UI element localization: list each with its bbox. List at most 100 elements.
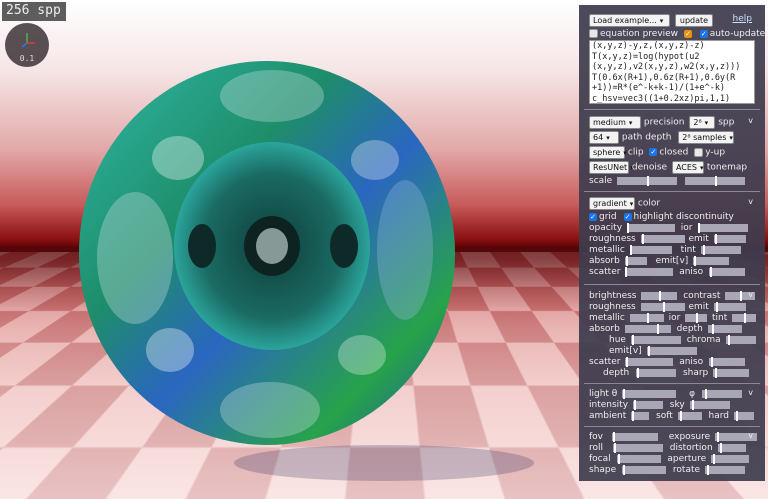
equation-preview-label: equation preview bbox=[600, 29, 679, 39]
ior-slider[interactable] bbox=[698, 223, 749, 233]
highlight-discontinuity-checkbox[interactable] bbox=[623, 212, 632, 221]
ambient-slider[interactable] bbox=[631, 411, 650, 421]
preview-row: equation preview auto-update bbox=[589, 28, 765, 40]
intensity-label: intensity bbox=[589, 400, 629, 410]
shape-label: shape bbox=[589, 465, 617, 475]
denoise-select[interactable]: ResUNet ▾ bbox=[589, 161, 634, 174]
hue-label: hue bbox=[609, 335, 626, 345]
clip-select[interactable]: sphere ▾ bbox=[589, 146, 627, 159]
aniso-label: aniso bbox=[679, 267, 704, 277]
brightness-slider[interactable] bbox=[641, 291, 678, 301]
roll-slider[interactable] bbox=[612, 443, 663, 453]
tint-slider[interactable] bbox=[700, 245, 741, 255]
focal-slider[interactable] bbox=[616, 454, 661, 464]
equation-preview-checkbox[interactable] bbox=[589, 29, 598, 38]
scatter-slider[interactable] bbox=[625, 267, 674, 277]
chroma-label: chroma bbox=[686, 335, 721, 345]
aniso2-slider[interactable] bbox=[709, 357, 745, 367]
light-phi-label: φ bbox=[689, 389, 696, 399]
scatter2-slider[interactable] bbox=[625, 357, 674, 367]
preview-toggle-checkbox[interactable] bbox=[683, 29, 692, 38]
aniso2-label: aniso bbox=[679, 357, 704, 367]
sharp-slider[interactable] bbox=[713, 368, 750, 378]
chroma-slider[interactable] bbox=[725, 335, 756, 345]
color-row: gradient ▾ color bbox=[589, 197, 661, 210]
chevron-down-icon: ▾ bbox=[606, 134, 610, 142]
samples-select[interactable]: 2⁸ samples ▾ bbox=[678, 131, 735, 144]
rotate-slider[interactable] bbox=[704, 465, 745, 475]
collapse-light-button[interactable]: v bbox=[748, 388, 753, 397]
hard-label: hard bbox=[708, 411, 729, 421]
auto-update-checkbox[interactable] bbox=[699, 29, 708, 38]
roughness2-slider[interactable] bbox=[640, 302, 685, 312]
equation-editor[interactable]: (x,y,z)-y,z,(x,y,z)-z) T(x,y,z)=log(hypo… bbox=[589, 40, 755, 104]
absorb-slider[interactable] bbox=[624, 256, 647, 266]
precision-select[interactable]: medium ▾ bbox=[589, 116, 641, 129]
path-depth-label: path depth bbox=[621, 132, 672, 143]
fov-slider[interactable] bbox=[611, 432, 658, 442]
color-mode-select[interactable]: gradient ▾ bbox=[589, 197, 635, 210]
highlight-discontinuity-label: highlight discontinuity bbox=[633, 212, 734, 222]
depth2-slider[interactable] bbox=[636, 368, 677, 378]
absorb2-slider[interactable] bbox=[624, 324, 671, 334]
emit-v2-slider[interactable] bbox=[646, 346, 697, 356]
scatter-label: scatter bbox=[589, 267, 621, 277]
grid-checkbox[interactable] bbox=[589, 212, 597, 221]
scale-slider-2[interactable] bbox=[684, 176, 745, 186]
light-theta-slider[interactable] bbox=[622, 389, 677, 399]
intensity-slider[interactable] bbox=[632, 400, 663, 410]
scale-row: scale bbox=[589, 175, 745, 187]
collapse-color-button[interactable]: v bbox=[748, 197, 753, 206]
emit-v-slider[interactable] bbox=[693, 256, 730, 266]
path-depth-select[interactable]: 64 ▾ bbox=[589, 131, 619, 144]
scale-slider[interactable] bbox=[616, 176, 677, 186]
hue-slider[interactable] bbox=[630, 335, 681, 345]
color-label: color bbox=[637, 198, 661, 209]
opacity-label: opacity bbox=[589, 223, 623, 233]
grid-label: grid bbox=[599, 212, 617, 222]
absorb-label: absorb bbox=[589, 256, 620, 266]
sky-slider[interactable] bbox=[689, 400, 730, 410]
control-panel: Load example... ▾ update help equation pr… bbox=[579, 5, 765, 481]
soft-slider[interactable] bbox=[677, 411, 702, 421]
denoise-row: ResUNet ▾ denoise ACES ▾ tonemap bbox=[589, 161, 747, 174]
y-up-checkbox[interactable] bbox=[694, 147, 704, 157]
roll-label: roll bbox=[589, 443, 604, 453]
emit2-slider[interactable] bbox=[713, 302, 746, 312]
update-button[interactable]: update bbox=[674, 14, 714, 27]
tint2-slider[interactable] bbox=[732, 313, 757, 323]
axis-gizmo[interactable]: 0.1 bbox=[5, 23, 49, 67]
depth-slider[interactable] bbox=[707, 324, 742, 334]
header-row: Load example... ▾ update bbox=[589, 14, 714, 27]
tint-label: tint bbox=[680, 245, 696, 255]
aperture-slider[interactable] bbox=[711, 454, 750, 464]
help-link[interactable]: help bbox=[733, 14, 752, 24]
metallic2-slider[interactable] bbox=[629, 313, 664, 323]
roughness-slider[interactable] bbox=[640, 234, 685, 244]
depth2-row: depth sharp bbox=[603, 367, 750, 379]
roughness-label: roughness bbox=[589, 234, 636, 244]
collapse-material-button[interactable]: v bbox=[748, 290, 753, 299]
opacity-slider[interactable] bbox=[626, 223, 675, 233]
closed-label: closed bbox=[659, 147, 689, 158]
ior2-slider[interactable] bbox=[685, 313, 708, 323]
code-line: (x,y,z),v2(x,y,z),w2(x,y,z))) bbox=[592, 62, 741, 72]
metallic-slider[interactable] bbox=[629, 245, 672, 255]
aperture-label: aperture bbox=[667, 454, 707, 464]
collapse-camera-button[interactable]: v bbox=[748, 431, 753, 440]
closed-checkbox[interactable] bbox=[649, 148, 658, 156]
spp-select[interactable]: 2⁸ ▾ bbox=[689, 116, 716, 129]
collapse-render-button[interactable]: v bbox=[748, 116, 753, 125]
emit-slider[interactable] bbox=[713, 234, 746, 244]
distortion-slider[interactable] bbox=[717, 443, 746, 453]
load-example-select[interactable]: Load example... ▾ bbox=[589, 14, 670, 27]
emit-v-label: emit[v] bbox=[655, 256, 689, 266]
tint2-label: tint bbox=[712, 313, 728, 323]
tonemap-select[interactable]: ACES ▾ bbox=[671, 161, 704, 174]
aniso-slider[interactable] bbox=[709, 267, 745, 277]
distortion-label: distortion bbox=[669, 443, 713, 453]
hard-slider[interactable] bbox=[733, 411, 754, 421]
shape-slider[interactable] bbox=[622, 465, 667, 475]
ior2-label: ior bbox=[668, 313, 681, 323]
light-phi-slider[interactable] bbox=[701, 389, 742, 399]
